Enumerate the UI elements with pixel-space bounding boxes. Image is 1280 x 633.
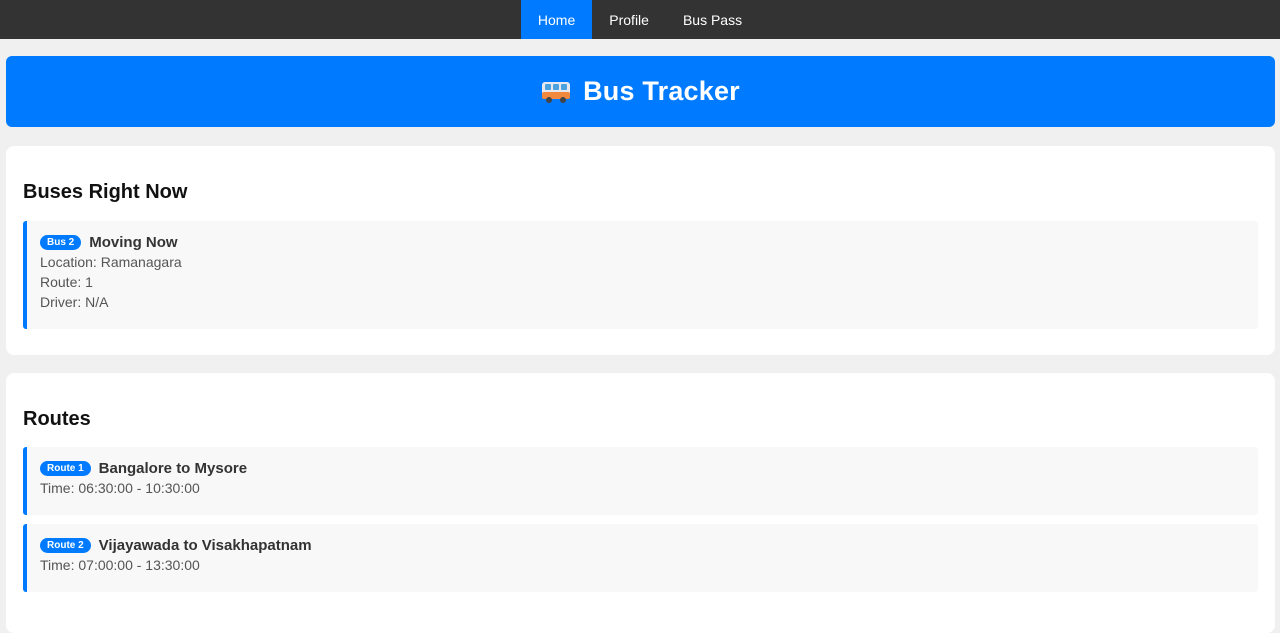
route-item[interactable]: Route 1 Bangalore to Mysore Time: 06:30:… xyxy=(23,447,1258,515)
bus-location: Location: Ramanagara xyxy=(40,254,182,270)
route-name: Vijayawada to Visakhapatnam xyxy=(98,536,312,554)
route-name: Bangalore to Mysore xyxy=(98,459,248,477)
bus-status: Moving Now xyxy=(89,233,178,251)
route-badge: Route 2 xyxy=(40,537,91,553)
nav-bus-pass[interactable]: Bus Pass xyxy=(666,0,759,39)
header-banner: Bus Tracker xyxy=(6,56,1275,127)
bus-icon xyxy=(541,80,571,104)
title-wrap: Bus Tracker xyxy=(541,76,740,107)
nav-home[interactable]: Home xyxy=(520,0,593,39)
route-item-head: Route 1 Bangalore to Mysore xyxy=(40,458,1245,478)
bus-item-head: Bus 2 Moving Now xyxy=(40,232,1245,252)
routes-card: Routes Route 1 Bangalore to Mysore Time:… xyxy=(6,373,1275,633)
bus-route: Route: 1 xyxy=(40,274,93,290)
route-item[interactable]: Route 2 Vijayawada to Visakhapatnam Time… xyxy=(23,524,1258,592)
nav-profile[interactable]: Profile xyxy=(592,0,666,39)
buses-heading: Buses Right Now xyxy=(23,181,188,203)
route-time: Time: 07:00:00 - 13:30:00 xyxy=(40,557,200,573)
routes-heading: Routes xyxy=(23,408,91,430)
buses-card: Buses Right Now Bus 2 Moving Now Locatio… xyxy=(6,146,1275,355)
top-navigation: Home Profile Bus Pass xyxy=(0,0,1280,39)
page-title: Bus Tracker xyxy=(583,76,740,106)
bus-driver: Driver: N/A xyxy=(40,294,109,310)
route-badge: Route 1 xyxy=(40,460,91,476)
bus-badge: Bus 2 xyxy=(40,234,82,250)
route-item-head: Route 2 Vijayawada to Visakhapatnam xyxy=(40,535,1245,555)
bus-item[interactable]: Bus 2 Moving Now Location: Ramanagara Ro… xyxy=(23,221,1258,329)
route-time: Time: 06:30:00 - 10:30:00 xyxy=(40,480,200,496)
